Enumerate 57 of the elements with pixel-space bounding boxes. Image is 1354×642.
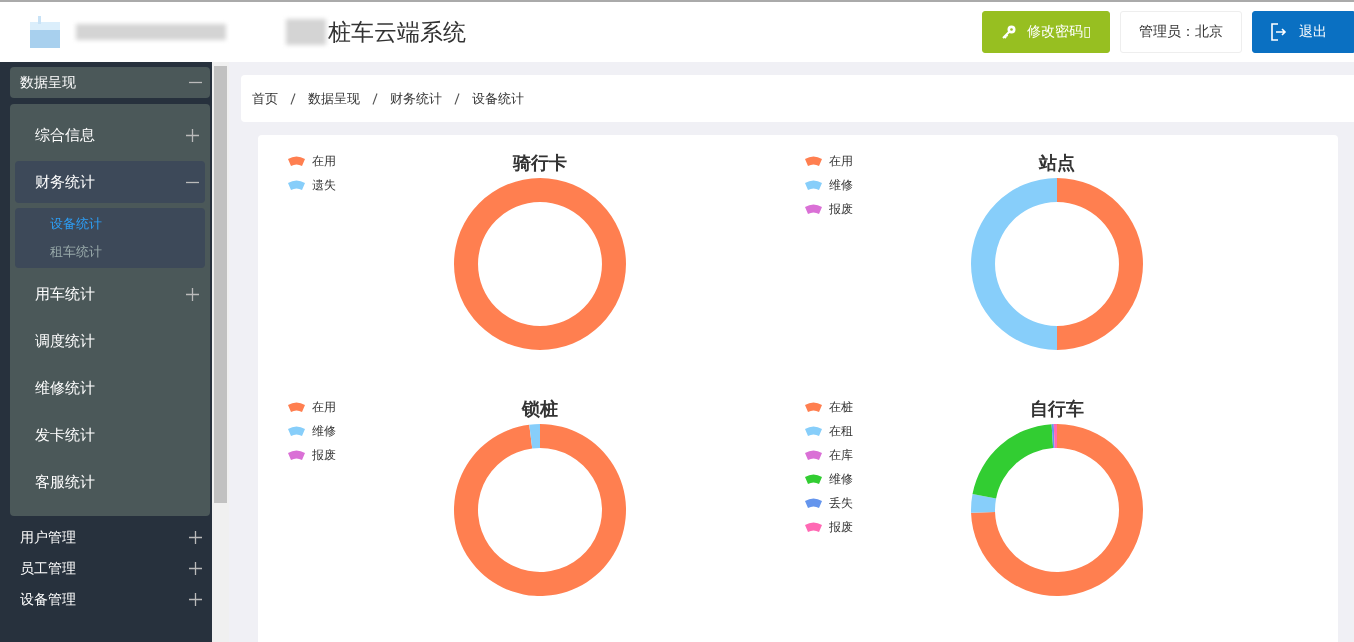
- donut-slice[interactable]: [971, 493, 997, 513]
- menu-item[interactable]: 用车统计: [15, 273, 205, 315]
- logo-icon: [30, 16, 60, 48]
- legend-item[interactable]: 在用: [287, 152, 440, 170]
- logout-button[interactable]: 退出: [1252, 11, 1354, 53]
- plus-icon[interactable]: [189, 531, 202, 544]
- redacted-text: [286, 19, 326, 45]
- chart-title: 锁桩: [522, 397, 558, 421]
- legend-item[interactable]: 在用: [287, 398, 440, 416]
- legend-item[interactable]: 在桩: [804, 398, 957, 416]
- chart-title: 骑行卡: [513, 151, 567, 175]
- menu-item[interactable]: 员工管理: [0, 553, 210, 584]
- donut-slice[interactable]: [1057, 178, 1143, 350]
- app-title: 桩车云端系统: [328, 17, 466, 47]
- user-button[interactable]: 管理员：北京: [1120, 11, 1242, 53]
- breadcrumb-link[interactable]: 财务统计: [390, 89, 442, 108]
- legend-item[interactable]: 遗失: [287, 176, 440, 194]
- menu-item[interactable]: 设备管理: [0, 584, 210, 615]
- donut-slice[interactable]: [454, 424, 626, 596]
- menu-item[interactable]: 数据呈现: [10, 67, 210, 98]
- key-icon: [1001, 24, 1018, 40]
- menu-item[interactable]: 综合信息: [15, 114, 205, 156]
- donut-slice[interactable]: [971, 178, 1057, 350]
- scrollbar[interactable]: [212, 62, 229, 642]
- breadcrumb-link[interactable]: 首页: [252, 89, 278, 108]
- plus-icon[interactable]: [186, 128, 199, 142]
- donut-slice[interactable]: [972, 424, 1054, 499]
- plus-icon[interactable]: [186, 287, 199, 301]
- donut-slice[interactable]: [454, 178, 626, 350]
- donut-slice[interactable]: [971, 424, 1143, 596]
- legend-item[interactable]: 在用: [804, 152, 957, 170]
- legend-item[interactable]: 在库: [804, 446, 957, 464]
- menu-item[interactable]: 发卡统计: [15, 414, 205, 456]
- separator-icon: [454, 92, 460, 105]
- separator-icon: [290, 92, 296, 105]
- legend-item[interactable]: 报废: [804, 200, 957, 218]
- legend-item[interactable]: 维修: [804, 470, 957, 488]
- menu-item[interactable]: 财务统计: [15, 161, 205, 203]
- logout-icon: [1271, 23, 1289, 41]
- menu-item[interactable]: 调度统计: [15, 320, 205, 362]
- separator-icon: [372, 92, 378, 105]
- legend-item[interactable]: 报废: [287, 446, 440, 464]
- menu-item[interactable]: 客服统计: [15, 461, 205, 503]
- donut-slice[interactable]: [529, 424, 540, 449]
- menu-item[interactable]: 维修统计: [15, 367, 205, 409]
- legend-item[interactable]: 维修: [287, 422, 440, 440]
- legend-item[interactable]: 丢失: [804, 494, 957, 512]
- menu-item[interactable]: 用户管理: [0, 522, 210, 553]
- breadcrumb-link[interactable]: 数据呈现: [308, 89, 360, 108]
- submenu-item[interactable]: 租车统计: [15, 238, 205, 266]
- chart-title: 自行车: [1030, 397, 1084, 421]
- legend-item[interactable]: 在租: [804, 422, 957, 440]
- chart-title: 站点: [1039, 151, 1075, 175]
- legend-item[interactable]: 维修: [804, 176, 957, 194]
- plus-icon[interactable]: [189, 562, 202, 575]
- legend-item[interactable]: 报废: [804, 518, 957, 536]
- plus-icon[interactable]: [189, 593, 202, 606]
